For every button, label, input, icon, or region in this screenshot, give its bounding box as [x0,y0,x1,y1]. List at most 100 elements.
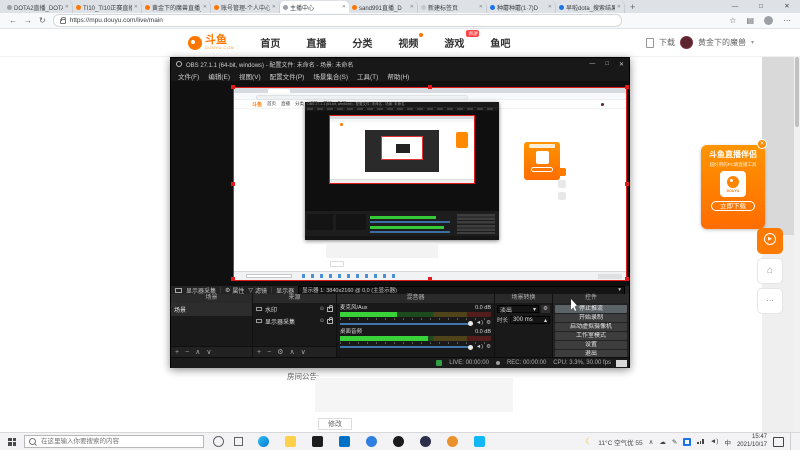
browser-tab-ti10[interactable]: TI10_TI10正赛直播 ✕ [73,1,142,13]
tab-close-icon[interactable]: ✕ [410,4,414,10]
capture-handle[interactable] [625,182,629,186]
capture-handle[interactable] [625,85,629,89]
settings-button[interactable]: 设置 [555,341,627,349]
nav-live[interactable]: 直播 [306,35,326,50]
mail-icon[interactable] [339,436,350,447]
move-up-icon[interactable]: ∧ [195,348,200,356]
visibility-eye-icon[interactable]: ⊙ [320,306,324,312]
edge-icon[interactable] [258,436,269,447]
capture-handle[interactable] [428,85,432,89]
lock-icon[interactable] [327,305,333,312]
nav-video[interactable]: 视频 [398,33,424,50]
user-avatar[interactable] [679,36,693,49]
browser-tab-search[interactable]: 早啦dota_搜索结果_ ✕ [556,1,625,13]
back-icon[interactable]: ← [9,16,17,25]
browser-tab-dota2[interactable]: DOTA2直播_DOTA2赛 ✕ [4,1,73,13]
volume-slider[interactable] [340,344,473,350]
volume-slider[interactable] [340,321,473,327]
obs-title-bar[interactable]: OBS 27.1.1 (64-bit, windows) - 配置文件: 未命名… [171,58,629,70]
browser-tab-account[interactable]: 账号管理-个人中心 ✕ [211,1,280,13]
nav-game[interactable]: 游戏 新游 [444,30,480,50]
tab-close-icon[interactable]: ✕ [342,4,346,10]
capture-handle[interactable] [428,277,432,281]
obs-maximize-button[interactable]: □ [605,61,609,68]
menu-edit[interactable]: 编辑(E) [208,71,230,81]
menu-file[interactable]: 文件(F) [178,71,199,81]
onedrive-cloud-icon[interactable]: ☁ [659,438,666,446]
douyu-logo[interactable]: 斗鱼 DOUYU.COM [188,35,234,50]
browser-tab-mushroom[interactable]: 种蘑种蘑(1·7)D ✕ [487,1,556,13]
tab-close-icon[interactable]: ✕ [203,4,207,10]
menu-help[interactable]: 帮助(H) [387,71,409,81]
stop-streaming-button[interactable]: 停止推流 [555,305,627,313]
tab-close-icon[interactable]: ✕ [134,4,138,10]
tab-close-icon[interactable]: ✕ [65,4,69,10]
remove-icon[interactable]: − [185,349,189,356]
transition-select[interactable]: 淡出 ▾ [497,305,539,314]
douyu-companion-icon[interactable] [447,436,458,447]
transitions-dock-title[interactable]: 场景转换 [495,294,552,303]
source-row-display-capture[interactable]: 显示器采集 ⊙ [253,315,336,327]
browser-tab-newtab[interactable]: 新建标签页 ✕ [418,1,487,13]
tim-icon[interactable] [474,436,485,447]
float-record-button[interactable]: ▶ [757,228,783,254]
capture-handle[interactable] [231,182,235,186]
minimize-button[interactable]: — [722,0,748,13]
menu-profile[interactable]: 配置文件(P) [270,71,305,81]
nav-yuba[interactable]: 鱼吧 [490,35,510,50]
tray-chevron-icon[interactable]: ∧ [649,438,654,446]
download-link[interactable]: 下载 [659,37,675,48]
volume-icon[interactable]: ◄) [710,438,719,445]
room-announcement-textarea[interactable] [315,378,513,412]
scene-list-item[interactable]: 场景 [171,303,252,316]
maximize-button[interactable]: □ [748,0,774,13]
spinner-arrows-icon[interactable]: ▴ [544,317,547,324]
obs-capture-region[interactable]: 斗鱼 首页 直播 分类 视频 游戏 鱼吧 OBS 27.1.1 (64-bit,… [233,87,627,281]
taskbar-search[interactable] [24,435,204,448]
browser-tab-stream[interactable]: 黄金下的魔兽直播_D ✕ [142,1,211,13]
task-view-icon[interactable] [234,437,243,446]
gear-icon[interactable]: ⚙ [486,344,491,351]
speaker-icon[interactable]: ◄) [476,321,483,327]
browser-tab-sand991[interactable]: sand991直播_D ✕ [349,1,418,13]
browser-profile-avatar[interactable] [764,16,773,25]
capture-handle[interactable] [231,277,235,281]
add-icon[interactable]: + [175,349,179,356]
mixer-dock-title[interactable]: 混音器 [337,294,494,303]
username[interactable]: 黄金下的魔兽 [698,37,746,48]
cortana-icon[interactable] [213,436,224,447]
start-button[interactable] [0,437,24,446]
promo-download-button[interactable]: 立即下载 [711,201,755,211]
sources-dock-title[interactable]: 来源 [253,294,336,303]
obs-close-button[interactable]: ✕ [619,61,624,68]
transition-gear-button[interactable]: ⚙ [541,305,550,313]
browser-app-icon[interactable] [366,436,377,447]
volume-slider-handle[interactable] [467,321,473,327]
favorites-icon[interactable]: ☆ [729,16,736,25]
tab-close-icon[interactable]: ✕ [272,4,276,10]
refresh-icon[interactable]: ↻ [39,16,46,25]
action-center-icon[interactable] [773,436,784,447]
pen-icon[interactable]: ✎ [672,438,677,446]
exit-button[interactable]: 退出 [555,350,627,357]
gear-icon[interactable]: ⚙ [277,348,283,356]
ime-indicator[interactable]: 中 [724,437,731,447]
source-row-watermark[interactable]: 水印 ⊙ [253,303,336,315]
store-icon[interactable] [312,436,323,447]
remove-icon[interactable]: − [267,349,271,356]
file-explorer-icon[interactable] [285,436,296,447]
lock-icon[interactable] [327,317,333,324]
visibility-eye-icon[interactable]: ⊙ [320,318,324,324]
menu-tools[interactable]: 工具(T) [357,71,378,81]
more-menu-icon[interactable]: ⋯ [783,16,791,25]
capture-handle[interactable] [625,277,629,281]
forward-icon[interactable]: → [24,16,32,25]
menu-view[interactable]: 视图(V) [239,71,261,81]
controls-dock-title[interactable]: 控件 [553,294,629,303]
steam-icon[interactable] [393,436,404,447]
nav-category[interactable]: 分类 [352,35,372,50]
studio-mode-button[interactable]: 工作室模式 [555,332,627,340]
speaker-icon[interactable]: ◄) [476,344,483,351]
menu-scene-collection[interactable]: 场景集合(S) [313,71,348,81]
duration-spinner[interactable]: 300 ms ▴ [510,316,550,324]
